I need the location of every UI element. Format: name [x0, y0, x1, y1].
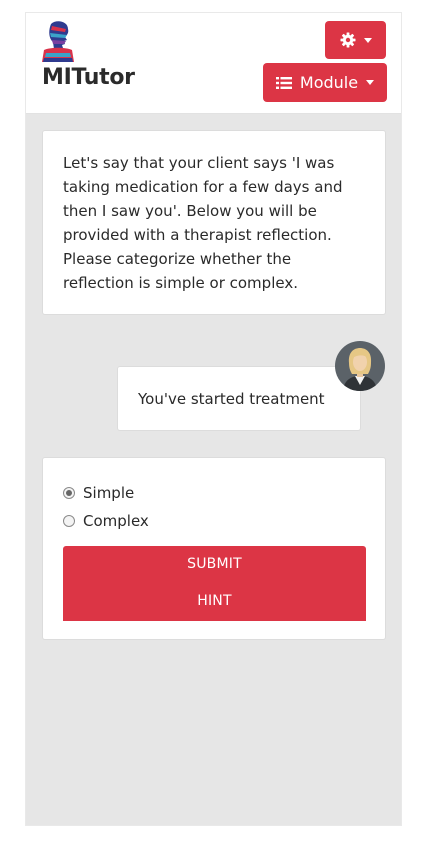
list-icon: [275, 76, 292, 89]
app-frame: MITutor Module Let's say that your clien…: [25, 12, 402, 826]
option-complex[interactable]: Complex: [63, 512, 149, 530]
reflection-card: You've started treatment: [117, 366, 361, 431]
reflection-text: You've started treatment: [138, 389, 325, 408]
option-simple[interactable]: Simple: [63, 484, 134, 502]
submit-button[interactable]: SUBMIT: [63, 556, 366, 572]
option-label: Simple: [83, 484, 135, 502]
action-buttons: SUBMIT HINT: [63, 546, 366, 621]
mitutor-logo-icon: [42, 21, 74, 62]
prompt-text: Let's say that your client says 'I was t…: [63, 154, 343, 292]
gear-icon: [340, 32, 355, 48]
simple-radio[interactable]: [63, 487, 75, 499]
brand-title: MITutor: [42, 65, 135, 90]
chevron-down-icon: [366, 80, 375, 85]
complex-radio[interactable]: [63, 515, 75, 527]
module-button-label: Module: [299, 73, 359, 92]
module-dropdown-button[interactable]: Module: [263, 63, 387, 102]
answer-card: Simple Complex SUBMIT HINT: [42, 457, 386, 640]
header: MITutor Module: [26, 13, 401, 114]
option-label: Complex: [83, 512, 149, 530]
therapist-avatar-icon: [335, 341, 385, 391]
settings-dropdown-button[interactable]: [325, 21, 386, 59]
prompt-card: Let's say that your client says 'I was t…: [42, 130, 386, 315]
chevron-down-icon: [363, 37, 372, 43]
hint-button[interactable]: HINT: [63, 593, 366, 609]
